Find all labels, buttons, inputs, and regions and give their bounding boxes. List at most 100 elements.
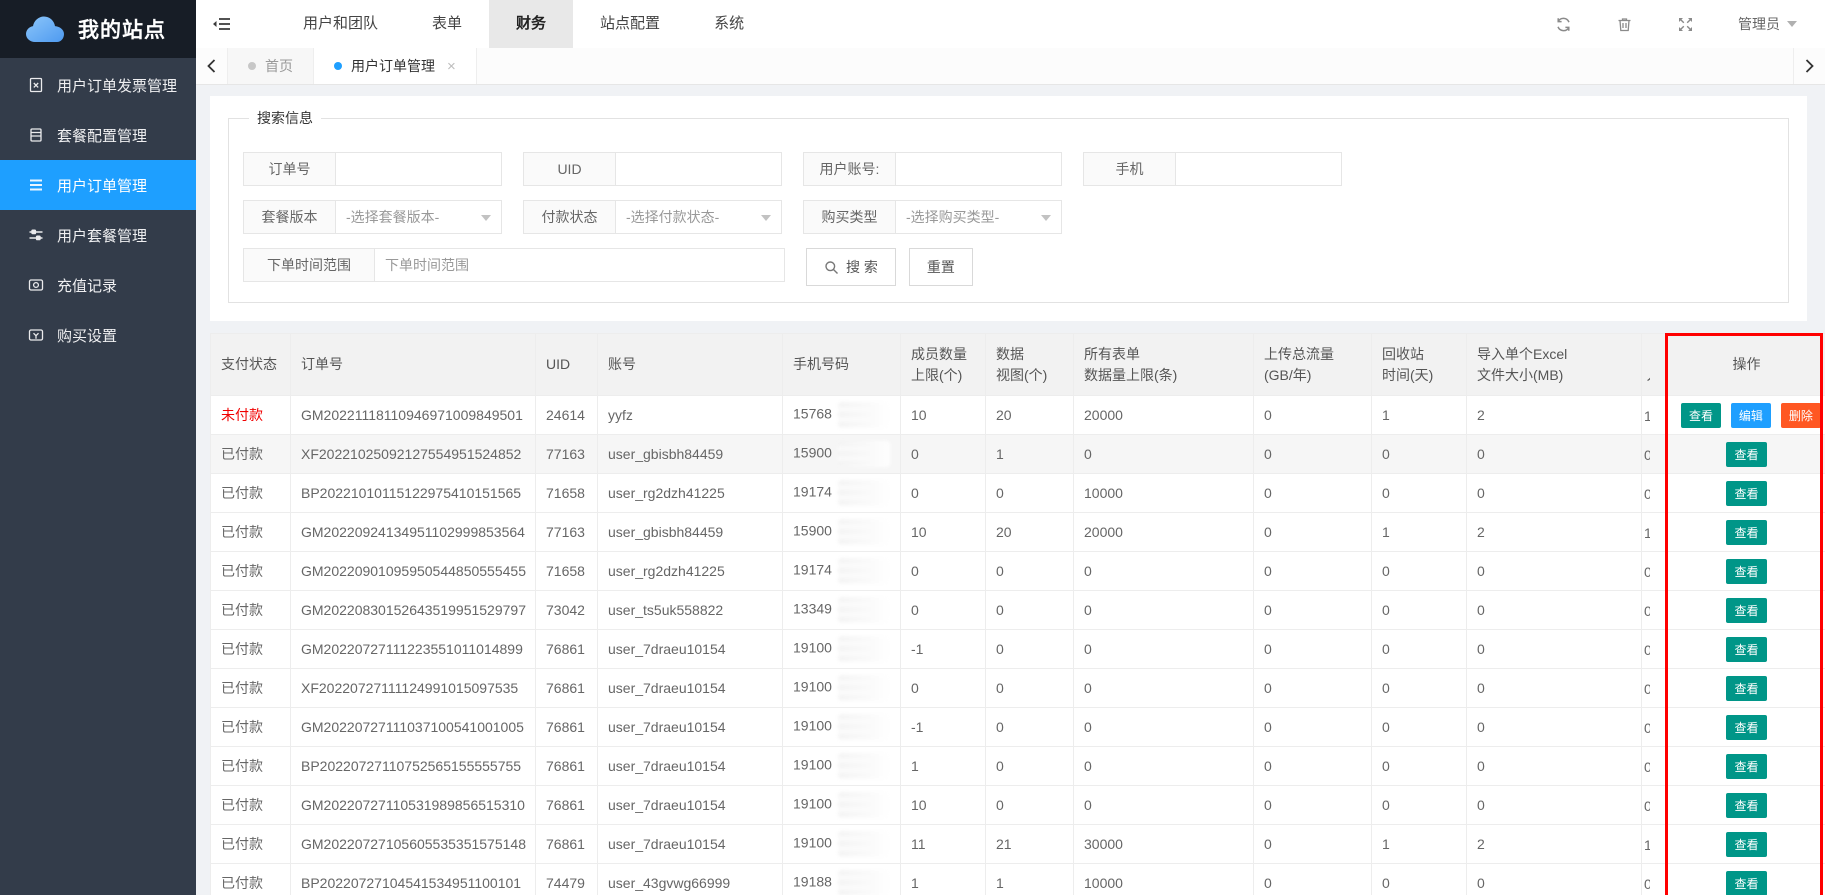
pay-status-cell: 已付款: [211, 864, 291, 895]
order-time-range-field: 下单时间范围: [243, 248, 785, 282]
view-button[interactable]: 查看: [1726, 676, 1766, 701]
order-time-range-input[interactable]: [375, 248, 785, 282]
plan-select[interactable]: -选择套餐版本-: [336, 200, 502, 234]
order-no-input[interactable]: [336, 152, 502, 186]
order-no-cell: GM20220727111037100541001005: [291, 708, 536, 747]
recycle-days-cell: 1: [1372, 825, 1467, 864]
sidebar-item-package-config[interactable]: 套餐配置管理: [0, 110, 196, 160]
excel-size-cell: 0: [1467, 591, 1642, 630]
col-phone: 手机号码: [783, 334, 901, 396]
order-no-cell: GM20220830152643519951529797: [291, 591, 536, 630]
row-actions-cell: 查看 编辑 删除: [1668, 396, 1825, 435]
uid-field: UID: [523, 152, 782, 186]
sidebar-item-purchase-settings[interactable]: 购买设置: [0, 310, 196, 360]
view-button[interactable]: 查看: [1726, 442, 1766, 467]
refresh-icon[interactable]: [1555, 16, 1572, 33]
search-button-label: 搜 索: [846, 257, 878, 277]
edit-button[interactable]: 编辑: [1731, 403, 1771, 428]
clipped-cell: 0: [1642, 630, 1668, 669]
account-field: 用户账号:: [803, 152, 1062, 186]
order-no-cell: GM20220727105605535351575148: [291, 825, 536, 864]
account-input[interactable]: [896, 152, 1062, 186]
member-limit-cell: 0: [901, 591, 986, 630]
member-limit-cell: 10: [901, 786, 986, 825]
excel-size-cell: 0: [1467, 630, 1642, 669]
excel-size-cell: 0: [1467, 708, 1642, 747]
uid-cell: 76861: [536, 630, 598, 669]
sliders-icon: [28, 227, 44, 243]
caret-down-icon: [761, 215, 771, 226]
purchase-settings-icon: [28, 327, 44, 343]
view-button[interactable]: 查看: [1726, 637, 1766, 662]
buy-type-select[interactable]: -选择购买类型-: [896, 200, 1062, 234]
phone-cell: 19100: [783, 786, 901, 825]
nav-tab-users-teams[interactable]: 用户和团队: [276, 0, 405, 48]
order-no-cell: GM20220901095950544850555455: [291, 552, 536, 591]
trash-icon[interactable]: [1616, 16, 1633, 33]
view-button[interactable]: 查看: [1681, 403, 1721, 428]
row-actions-cell: 查看: [1668, 435, 1825, 474]
nav-tab-forms[interactable]: 表单: [405, 0, 489, 48]
search-button[interactable]: 搜 索: [806, 248, 896, 286]
nav-tab-system[interactable]: 系统: [687, 0, 771, 48]
page-tab-home[interactable]: 首页: [228, 48, 314, 84]
form-data-limit-cell: 10000: [1074, 474, 1254, 513]
phone-cell: 19100: [783, 669, 901, 708]
user-name: 管理员: [1738, 14, 1780, 34]
uid-cell: 74479: [536, 864, 598, 895]
uid-input[interactable]: [616, 152, 782, 186]
view-button[interactable]: 查看: [1726, 559, 1766, 584]
uid-cell: 24614: [536, 396, 598, 435]
sidebar-collapse-icon[interactable]: [196, 0, 248, 48]
tab-close-icon[interactable]: ×: [447, 58, 456, 75]
sidebar-item-user-packages[interactable]: 用户套餐管理: [0, 210, 196, 260]
phone-input[interactable]: [1176, 152, 1342, 186]
account-label: 用户账号:: [803, 152, 896, 186]
view-button[interactable]: 查看: [1726, 520, 1766, 545]
phone-cell: 15900: [783, 513, 901, 552]
masked-phone-blob: [838, 480, 890, 506]
sidebar-item-label: 用户套餐管理: [57, 225, 147, 246]
sidebar-item-invoice-management[interactable]: 用户订单发票管理: [0, 60, 196, 110]
order-row: 已付款 GM20220727111037100541001005 76861 u…: [211, 708, 1825, 747]
delete-button[interactable]: 删除: [1781, 403, 1821, 428]
view-button[interactable]: 查看: [1726, 481, 1766, 506]
col-order-no: 订单号: [291, 334, 536, 396]
view-button[interactable]: 查看: [1726, 598, 1766, 623]
clipped-cell: 0: [1642, 708, 1668, 747]
reset-button[interactable]: 重置: [909, 248, 973, 286]
view-button[interactable]: 查看: [1726, 715, 1766, 740]
account-cell: user_7draeu10154: [598, 747, 783, 786]
view-button[interactable]: 查看: [1726, 832, 1766, 857]
pay-status-select[interactable]: -选择付款状态-: [616, 200, 782, 234]
pay-status-cell: 已付款: [211, 669, 291, 708]
tabs-scroll-left-icon[interactable]: [196, 48, 228, 84]
order-row: 已付款 GM20220924134951102999853564 77163 u…: [211, 513, 1825, 552]
sidebar-item-recharge-records[interactable]: 充值记录: [0, 260, 196, 310]
view-button[interactable]: 查看: [1726, 793, 1766, 818]
masked-phone-blob: [838, 519, 890, 545]
fullscreen-icon[interactable]: [1677, 16, 1694, 33]
nav-tab-finance[interactable]: 财务: [489, 0, 573, 48]
account-cell: user_rg2dzh41225: [598, 552, 783, 591]
recycle-days-cell: 0: [1372, 630, 1467, 669]
page-tab-user-orders[interactable]: 用户订单管理 ×: [314, 48, 477, 84]
view-button[interactable]: 查看: [1726, 754, 1766, 779]
nav-tab-site-config[interactable]: 站点配置: [573, 0, 687, 48]
tabs-scroll-right-icon[interactable]: [1793, 48, 1825, 84]
logo-band: 我的站点: [0, 0, 196, 58]
upload-traffic-cell: 0: [1254, 630, 1372, 669]
phone-cell: 15768: [783, 396, 901, 435]
col-form-data-limit: 所有表单数据量上限(条): [1074, 334, 1254, 396]
row-actions-cell: 查看: [1668, 786, 1825, 825]
data-views-cell: 20: [986, 396, 1074, 435]
view-button[interactable]: 查看: [1726, 871, 1766, 895]
plan-label: 套餐版本: [243, 200, 336, 234]
upload-traffic-cell: 0: [1254, 591, 1372, 630]
tab-label: 用户订单管理: [351, 56, 435, 76]
orders-table-card: 支付状态 订单号 UID 账号 手机号码 成员数量上限(个) 数据视图(个) 所…: [210, 333, 1825, 895]
member-limit-cell: 0: [901, 474, 986, 513]
sidebar-item-user-orders[interactable]: 用户订单管理: [0, 160, 196, 210]
user-menu[interactable]: 管理员: [1738, 14, 1797, 34]
phone-cell: 13349: [783, 591, 901, 630]
